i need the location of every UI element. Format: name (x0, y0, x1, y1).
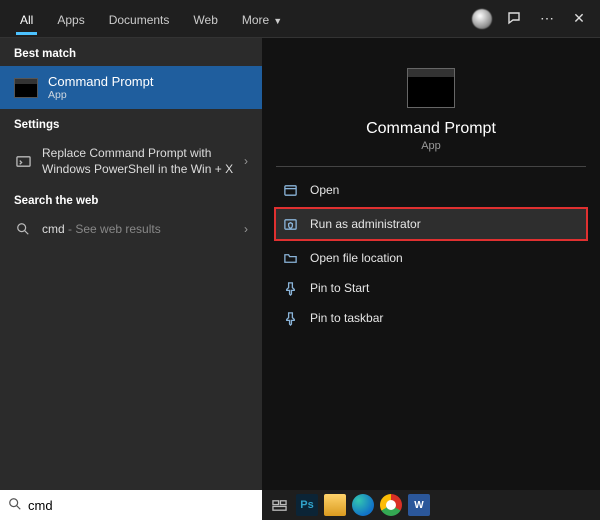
tab-web[interactable]: Web (181, 3, 229, 35)
settings-item-replace-cmd[interactable]: Replace Command Prompt with Windows Powe… (0, 137, 262, 185)
web-result-item[interactable]: cmd - See web results › (0, 213, 262, 245)
action-pin-start-label: Pin to Start (310, 281, 369, 295)
action-open-location-label: Open file location (310, 251, 403, 265)
action-list: Open Run as administrator Open file loca… (276, 167, 586, 333)
preview-header: Command Prompt App (276, 54, 586, 167)
best-match-text: Command Prompt App (48, 74, 153, 101)
feedback-icon[interactable] (506, 10, 524, 28)
open-icon (282, 182, 298, 198)
tab-more-label: More (242, 13, 269, 27)
word-icon[interactable]: W (408, 494, 430, 516)
command-prompt-icon (407, 68, 455, 108)
taskbar: Ps W (262, 490, 600, 520)
action-pin-to-taskbar[interactable]: Pin to taskbar (276, 303, 586, 333)
action-run-as-administrator[interactable]: Run as administrator (276, 209, 586, 239)
web-result-suffix: - See web results (65, 222, 161, 236)
action-pin-taskbar-label: Pin to taskbar (310, 311, 383, 325)
task-view-icon[interactable] (268, 494, 290, 516)
best-match-item[interactable]: Command Prompt App (0, 66, 262, 109)
shield-admin-icon (282, 216, 298, 232)
close-icon[interactable]: ✕ (570, 10, 588, 28)
pin-start-icon (282, 280, 298, 296)
terminal-toggle-icon (14, 154, 32, 169)
best-match-heading: Best match (0, 38, 262, 66)
annotation-highlight: Run as administrator (274, 207, 588, 241)
more-options-icon[interactable]: ⋯ (538, 10, 556, 28)
file-explorer-icon[interactable] (324, 494, 346, 516)
action-pin-to-start[interactable]: Pin to Start (276, 273, 586, 303)
chevron-down-icon: ▼ (273, 16, 282, 26)
tab-more[interactable]: More ▼ (230, 3, 294, 35)
action-open[interactable]: Open (276, 175, 586, 205)
chrome-icon[interactable] (380, 494, 402, 516)
action-run-admin-label: Run as administrator (310, 217, 421, 231)
filter-tabs: All Apps Documents Web More ▼ (8, 3, 294, 35)
pin-taskbar-icon (282, 310, 298, 326)
tab-apps[interactable]: Apps (45, 3, 96, 35)
action-open-file-location[interactable]: Open file location (276, 243, 586, 273)
folder-location-icon (282, 250, 298, 266)
content-area: Best match Command Prompt App Settings R… (0, 38, 600, 490)
settings-heading: Settings (0, 109, 262, 137)
edge-icon[interactable] (352, 494, 374, 516)
web-result-query: cmd (42, 222, 65, 236)
settings-item-label: Replace Command Prompt with Windows Powe… (42, 145, 244, 177)
results-panel: Best match Command Prompt App Settings R… (0, 38, 262, 490)
top-bar-right: ⋯ ✕ (472, 9, 592, 29)
action-open-label: Open (310, 183, 339, 197)
bottom-bar: Ps W (0, 490, 600, 520)
search-icon (8, 497, 22, 514)
search-web-heading: Search the web (0, 185, 262, 213)
chevron-right-icon: › (244, 154, 248, 168)
search-input[interactable] (28, 498, 254, 513)
command-prompt-icon (14, 78, 38, 98)
web-result-label: cmd - See web results (42, 221, 244, 237)
user-avatar[interactable] (472, 9, 492, 29)
tab-all[interactable]: All (8, 3, 45, 35)
tab-documents[interactable]: Documents (97, 3, 182, 35)
preview-title: Command Prompt (366, 120, 496, 138)
chevron-right-icon: › (244, 222, 248, 236)
search-icon (14, 222, 32, 236)
search-box[interactable] (0, 490, 262, 520)
preview-subtitle: App (421, 140, 441, 152)
top-bar: All Apps Documents Web More ▼ ⋯ ✕ (0, 0, 600, 38)
best-match-title: Command Prompt (48, 74, 153, 89)
photoshop-icon[interactable]: Ps (296, 494, 318, 516)
best-match-subtitle: App (48, 89, 153, 101)
preview-panel: Command Prompt App Open Run as administr… (262, 38, 600, 490)
